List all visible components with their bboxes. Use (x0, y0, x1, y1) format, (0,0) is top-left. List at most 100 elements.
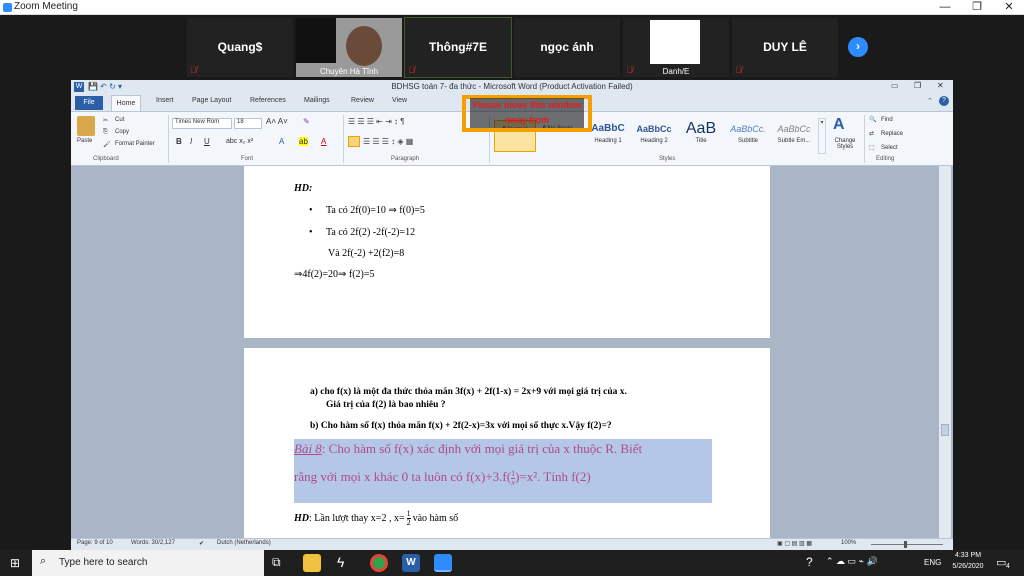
bai8-label: Bài 8 (294, 441, 322, 456)
close-button[interactable]: ✕ (994, 0, 1024, 15)
italic-button[interactable]: I (190, 137, 192, 146)
paste-button[interactable]: Paste (77, 138, 92, 144)
view-buttons[interactable]: ▣ ▢ ▤ ▥ ▦ (777, 540, 812, 547)
align-icons[interactable]: ☰ ☰ ☰ ↕ ◈ ▦ (363, 137, 413, 146)
document-page: a) cho f(x) là một đa thức thỏa mãn 3f(x… (244, 348, 770, 538)
zoom-slider[interactable] (871, 544, 943, 545)
hd2-line: HD: Lần lượt thay x=2 , x= 1 2 vào hàm số (294, 510, 458, 527)
tab-review[interactable]: Review (351, 97, 374, 104)
fraction: 12 (406, 510, 411, 527)
style-title[interactable]: AaB Title (680, 120, 722, 152)
cut-button[interactable]: Cut (115, 117, 124, 123)
language-indicator[interactable]: Dutch (Netherlands) (217, 540, 271, 546)
format-painter-button[interactable]: Format Painter (115, 141, 155, 147)
word-restore-button[interactable]: ❐ (914, 81, 921, 90)
clock-date[interactable]: 5/26/2020 (948, 563, 988, 570)
input-language[interactable]: ENG (924, 558, 941, 567)
doc-text: rằng với mọi x khác 0 ta luôn có f(x)+3.… (294, 469, 512, 484)
word-title-bar: W 💾 ↶ ↻ ▾ BDHSG toán 7- đa thức - Micros… (71, 80, 953, 95)
font-color-icon[interactable]: A (321, 137, 326, 146)
file-explorer-icon[interactable] (303, 554, 321, 572)
ribbon-collapse-icon[interactable]: ⌃ (927, 97, 933, 105)
scrollbar-thumb[interactable] (941, 424, 949, 436)
participant-tile[interactable]: DUY LÊ 🎙̸ (731, 17, 839, 78)
next-page-icon[interactable]: › (848, 37, 868, 57)
zoom-taskbar-icon[interactable] (434, 554, 452, 572)
minimize-button[interactable]: — (930, 0, 960, 15)
search-icon: ⌕ (40, 555, 47, 567)
copy-button[interactable]: Copy (115, 129, 129, 135)
participant-tile[interactable]: Quang$ 🎙̸ (186, 17, 294, 78)
copy-icon: ⎘ (103, 129, 108, 135)
find-icon: 🔍 (869, 117, 877, 123)
taskbar: ⊞ ⌕ Type here to search ⧉ ϟ W ? ⌃ ☁ ▭ ⌁ … (0, 550, 1024, 576)
document-area[interactable]: HD: • Ta có 2f(0)=10 ⇒ f(0)=5 • Ta có 2f… (71, 166, 953, 538)
page-count[interactable]: Page: 9 of 10 (77, 540, 113, 546)
tab-home[interactable]: Home (111, 95, 141, 111)
word-count[interactable]: Words: 30/2,127 (131, 540, 175, 546)
vertical-scrollbar[interactable] (939, 166, 951, 538)
paragraph-group-label: Paragraph (391, 156, 420, 162)
word-taskbar-icon[interactable]: W (402, 554, 420, 572)
doc-line: a) cho f(x) là một đa thức thỏa mãn 3f(x… (310, 387, 627, 397)
clock-time[interactable]: 4:33 PM (950, 552, 986, 559)
text-effects-icon[interactable]: A (279, 137, 284, 146)
tab-page-layout[interactable]: Page Layout (192, 97, 231, 104)
strikethrough-button[interactable]: abc x₂ x² (226, 138, 253, 145)
bold-button[interactable]: B (176, 137, 182, 146)
highlight-icon[interactable]: ab (299, 137, 308, 146)
zoom-slider-thumb[interactable] (904, 541, 907, 548)
muted-mic-icon: 🎙̸ (190, 65, 197, 75)
tab-view[interactable]: View (392, 97, 407, 104)
style-subtle-emphasis[interactable]: AaBbCc Subtle Em... (773, 120, 815, 152)
clear-formatting-icon[interactable]: ✎ (303, 117, 310, 126)
zoom-window-title: Zoom Meeting (14, 1, 78, 12)
tab-mailings[interactable]: Mailings (304, 97, 330, 104)
notification-count: 4 (1006, 563, 1010, 570)
font-name-select[interactable]: Times New Rom (172, 118, 232, 129)
change-styles-icon[interactable]: A (833, 116, 845, 134)
grow-font-icon[interactable]: A˄ A˅ (266, 117, 288, 126)
help-icon[interactable]: ? (939, 96, 949, 106)
word-close-button[interactable]: ✕ (937, 81, 944, 90)
replace-button[interactable]: Replace (881, 131, 903, 137)
help-tray-icon[interactable]: ? (806, 555, 813, 569)
word-minimize-button[interactable]: ▭ (891, 81, 899, 90)
change-styles-button[interactable]: Change Styles (829, 138, 861, 150)
chrome-icon[interactable] (370, 554, 388, 572)
select-icon: ⬚ (869, 145, 875, 151)
style-subtitle[interactable]: AaBbCc. Subtitle (727, 120, 769, 152)
replace-icon: ⇄ (869, 131, 875, 137)
participant-name: ngọc ánh (540, 40, 594, 54)
zoom-level[interactable]: 100% (841, 540, 856, 546)
taskbar-search[interactable]: ⌕ Type here to search (32, 550, 264, 576)
app-icon[interactable]: ϟ (337, 554, 344, 570)
task-view-icon[interactable]: ⧉ (272, 555, 281, 570)
participant-video-tile[interactable]: Chuyên Hà Tĩnh (295, 17, 403, 78)
windows-start-icon[interactable]: ⊞ (10, 556, 20, 570)
participant-tile[interactable]: Thông#7E 🎙̸ (404, 17, 512, 78)
styles-more-icon[interactable]: ▾ (818, 118, 826, 154)
notification-icon[interactable]: ▭ (996, 556, 1006, 569)
participant-tile[interactable]: Danh/E 🎙̸ (622, 17, 730, 78)
align-left-button[interactable] (348, 136, 360, 147)
system-tray-icons[interactable]: ⌃ ☁ ▭ ⌁ 🔊 (826, 556, 878, 567)
tab-file[interactable]: File (75, 96, 103, 110)
font-size-select[interactable]: 18 (234, 118, 262, 129)
style-heading2[interactable]: AaBbCc Heading 2 (633, 120, 675, 152)
tab-references[interactable]: References (250, 97, 286, 104)
participant-tile[interactable]: ngọc ánh (513, 17, 621, 78)
style-heading1[interactable]: AaBbC Heading 1 (587, 120, 629, 152)
zoom-logo-icon (3, 3, 12, 12)
document-page: HD: • Ta có 2f(0)=10 ⇒ f(0)=5 • Ta có 2f… (244, 166, 770, 338)
find-button[interactable]: Find (881, 117, 893, 123)
select-button[interactable]: Select (881, 145, 898, 151)
word-window: W 💾 ↶ ↻ ▾ BDHSG toán 7- đa thức - Micros… (71, 80, 953, 550)
bullets-icon[interactable]: ☰ ☰ ☰ ⇤ ⇥ ↕ ¶ (348, 117, 405, 126)
clipboard-group-label: Clipboard (93, 156, 119, 162)
underline-button[interactable]: U (204, 137, 210, 146)
maximize-button[interactable]: ❐ (962, 0, 992, 15)
tab-insert[interactable]: Insert (156, 97, 174, 104)
proofing-icon[interactable]: ✔ (199, 540, 204, 547)
paste-icon[interactable] (77, 116, 95, 136)
